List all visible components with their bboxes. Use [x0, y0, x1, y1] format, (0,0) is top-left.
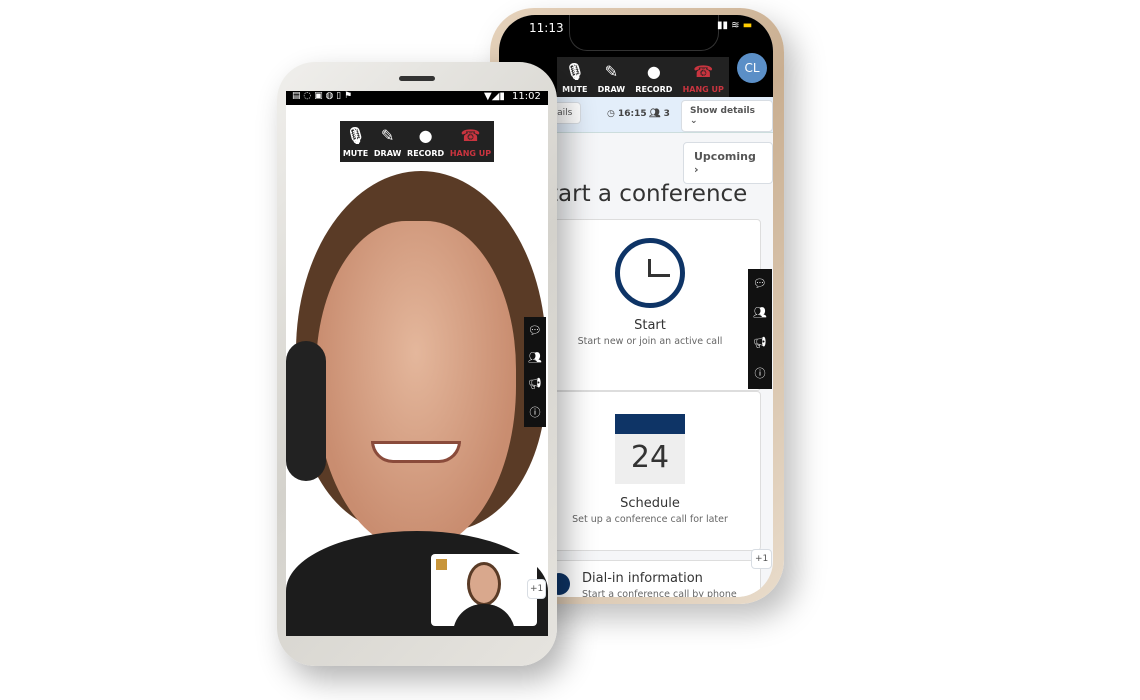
- front-phone: ▤ ◌ ▣ ◍ ▯ ⚑ ▼◢▮ 11:02 🎙︎ MUTE ✎ DRAW ● RECO…: [277, 62, 557, 666]
- record-button[interactable]: ● RECORD: [407, 126, 444, 159]
- mic-icon: 🎙︎: [345, 126, 366, 145]
- upcoming-button[interactable]: Upcoming ›: [683, 142, 773, 184]
- self-view-thumbnail[interactable]: [431, 554, 537, 626]
- info-icon[interactable]: ⓘ: [755, 365, 766, 381]
- draw-button[interactable]: ✎ DRAW: [374, 126, 401, 159]
- draw-button[interactable]: ✎ DRAW: [598, 62, 625, 95]
- notification-icons: ▤ ◌ ▣ ◍ ▯ ⚑: [292, 91, 353, 101]
- side-panel: 💬︎ 👥︎ 📢︎ ⓘ: [524, 317, 546, 427]
- participants-icon[interactable]: 👥︎: [753, 306, 767, 319]
- chat-icon[interactable]: 💬︎: [528, 324, 542, 337]
- phone-hangup-icon: ☎: [693, 62, 714, 81]
- hang-up-button[interactable]: ☎ HANG UP: [683, 62, 724, 95]
- extra-participants[interactable]: +1: [751, 549, 773, 569]
- schedule-card[interactable]: 24 Schedule Set up a conference call for…: [539, 391, 761, 551]
- hang-up-button[interactable]: ☎ HANG UP: [450, 126, 491, 159]
- phone-hangup-icon: ☎: [460, 126, 481, 145]
- mic-icon: 🎙︎: [564, 62, 585, 81]
- notch: [569, 15, 719, 51]
- megaphone-icon[interactable]: 📢︎: [528, 377, 542, 390]
- schedule-subtitle: Set up a conference call for later: [572, 514, 728, 525]
- participants-icon[interactable]: 👥︎: [528, 351, 542, 364]
- mute-button[interactable]: 🎙︎ MUTE: [562, 62, 587, 95]
- show-details-button[interactable]: Show details ⌄: [681, 100, 773, 132]
- record-button[interactable]: ● RECORD: [635, 62, 672, 95]
- schedule-title: Schedule: [620, 496, 680, 511]
- star-icon: [436, 559, 447, 570]
- status-time: 11:13: [529, 21, 564, 35]
- side-panel: 💬︎ 👥︎ 📢︎ ⓘ: [748, 269, 772, 389]
- speaker: [399, 76, 435, 81]
- record-icon: ●: [418, 126, 433, 145]
- pencil-icon: ✎: [380, 126, 395, 145]
- status-bar: ▤ ◌ ▣ ◍ ▯ ⚑ ▼◢▮ 11:02: [286, 91, 548, 105]
- dial-in-card[interactable]: Dial-in information Start a conference c…: [539, 560, 761, 597]
- signal-wifi-battery-icon: ▮▮ ≋ ▬: [717, 20, 753, 31]
- start-title: Start: [634, 318, 666, 333]
- call-duration: ◷ 16:15: [607, 109, 647, 119]
- calendar-icon: 24: [615, 414, 685, 484]
- participant-count: 👥︎ 3: [649, 109, 670, 119]
- clock-icon: [615, 238, 685, 308]
- extra-participants[interactable]: +1: [527, 579, 547, 599]
- page-title: tart a conference: [549, 181, 748, 207]
- record-icon: ●: [646, 62, 661, 81]
- status-time: 11:02: [512, 91, 541, 102]
- call-toolbar: 🎙︎ MUTE ✎ DRAW ● RECORD ☎ HANG UP: [557, 57, 729, 101]
- call-toolbar: 🎙︎ MUTE ✎ DRAW ● RECORD ☎ HANG UP: [340, 121, 494, 162]
- front-phone-screen: ▤ ◌ ▣ ◍ ▯ ⚑ ▼◢▮ 11:02 🎙︎ MUTE ✎ DRAW ● RECO…: [286, 91, 548, 636]
- start-subtitle: Start new or join an active call: [577, 336, 723, 347]
- mute-button[interactable]: 🎙︎ MUTE: [343, 126, 368, 159]
- avatar[interactable]: CL: [737, 53, 767, 83]
- chat-icon[interactable]: 💬︎: [753, 277, 767, 290]
- megaphone-icon[interactable]: 📢︎: [753, 336, 767, 349]
- signal-battery-icon: ▼◢▮: [484, 91, 505, 102]
- info-icon[interactable]: ⓘ: [530, 404, 541, 420]
- pencil-icon: ✎: [604, 62, 619, 81]
- start-card[interactable]: Start Start new or join an active call: [539, 219, 761, 391]
